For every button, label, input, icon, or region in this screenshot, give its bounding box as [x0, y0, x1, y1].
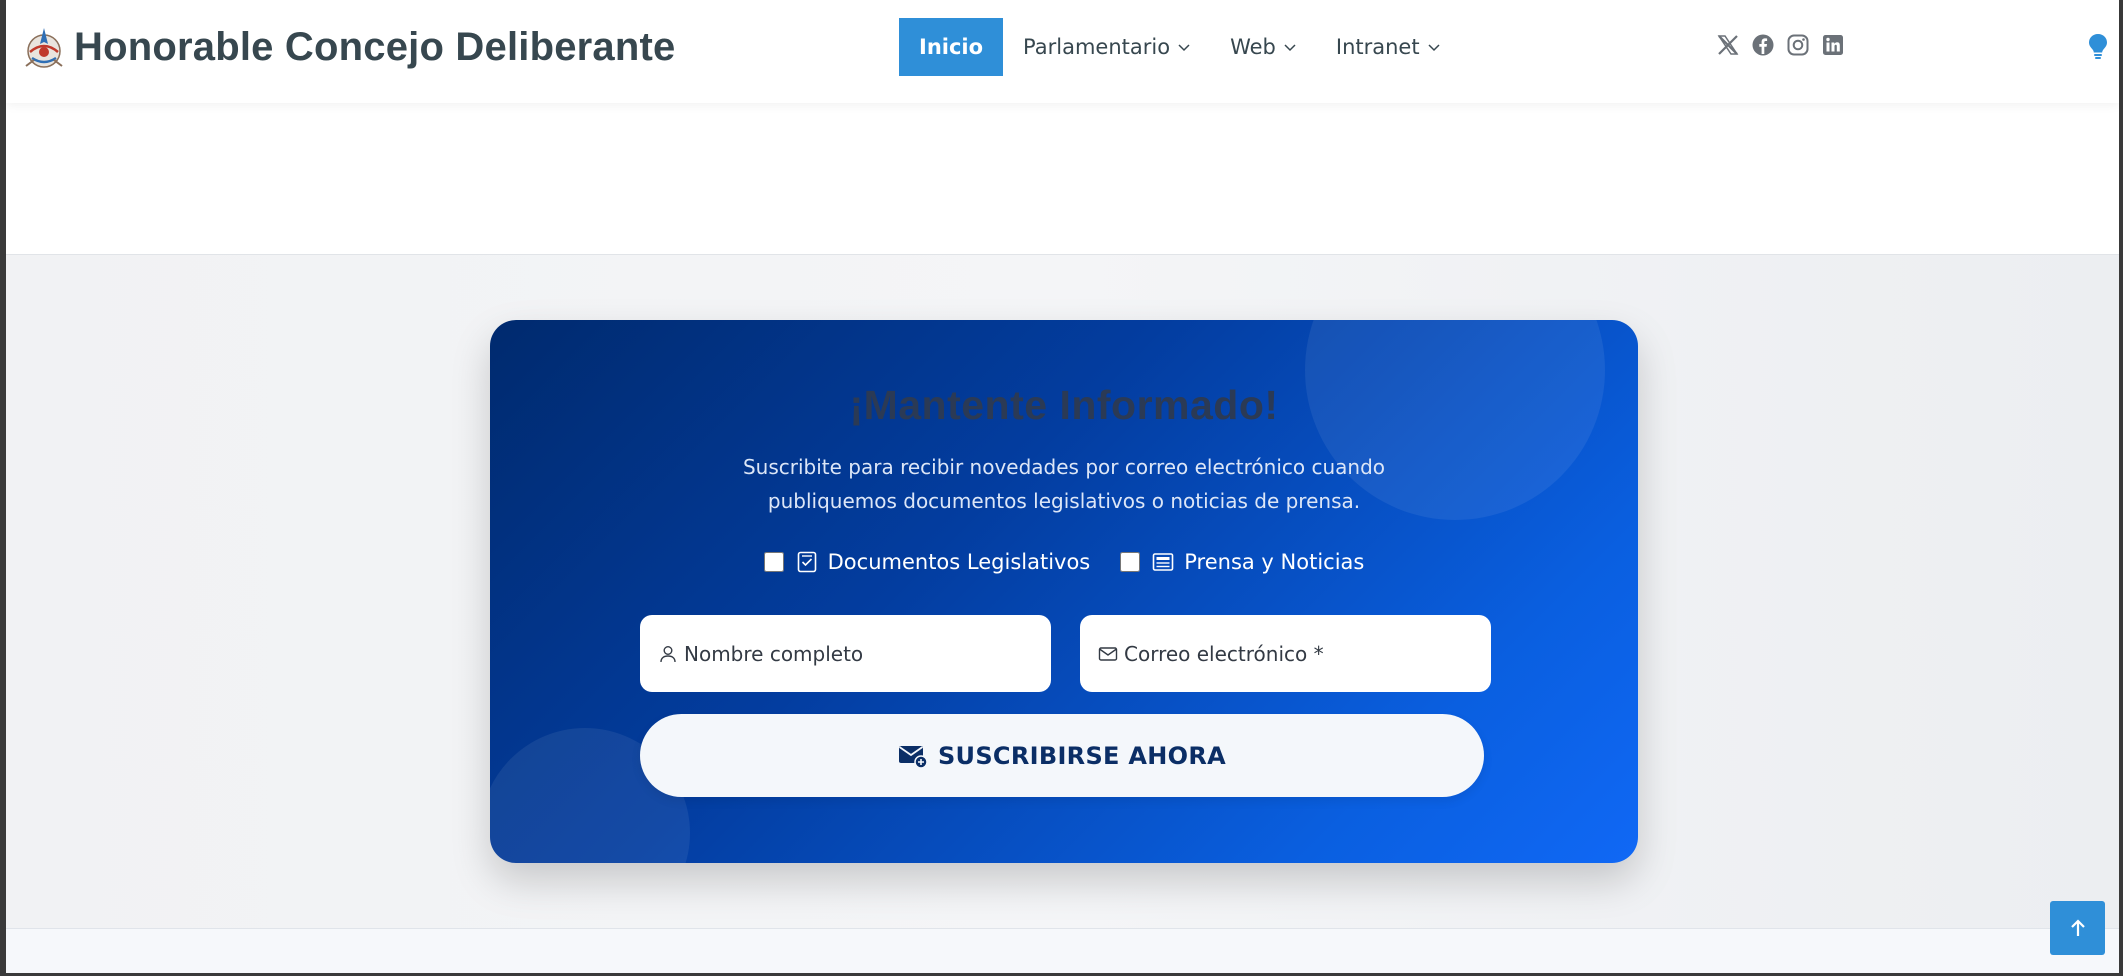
person-icon — [660, 645, 676, 662]
option-prensa-noticias[interactable]: Prensa y Noticias — [1120, 550, 1364, 574]
subscribe-card: ¡Mantente Informado! Suscribite para rec… — [490, 320, 1638, 863]
nav-label: Intranet — [1335, 35, 1420, 59]
nav-label: Web — [1230, 35, 1276, 59]
chevron-down-icon — [1428, 44, 1440, 52]
chevron-down-icon — [1284, 44, 1296, 52]
envelope-plus-icon — [898, 745, 928, 769]
name-field[interactable] — [640, 615, 1051, 692]
footer-strip — [6, 928, 2119, 973]
option-documentos-legislativos[interactable]: Documentos Legislativos — [763, 550, 1091, 574]
name-input[interactable] — [684, 641, 1034, 666]
card-subtitle: Suscribite para recibir novedades por co… — [742, 455, 1386, 513]
nav-item-web[interactable]: Web — [1210, 18, 1316, 76]
brand[interactable]: Honorable Concejo Deliberante — [20, 22, 675, 72]
site-header: Honorable Concejo Deliberante Inicio Par… — [6, 0, 2119, 103]
lightbulb-icon[interactable] — [2087, 33, 2109, 59]
option-label: Prensa y Noticias — [1184, 550, 1365, 574]
municipal-logo-icon — [25, 28, 63, 68]
x-icon[interactable] — [1716, 33, 1740, 57]
option-label: Documentos Legislativos — [827, 550, 1091, 574]
subscribe-label: SUSCRIBIRSE AHORA — [937, 741, 1227, 770]
email-field[interactable] — [1080, 615, 1491, 692]
prensa-checkbox[interactable] — [1120, 552, 1141, 572]
site-title: Honorable Concejo Deliberante — [74, 24, 676, 69]
newspaper-icon — [1152, 553, 1174, 571]
nav-item-inicio[interactable]: Inicio — [899, 18, 1004, 76]
envelope-icon — [1098, 646, 1118, 661]
instagram-icon[interactable] — [1786, 33, 1810, 57]
subscription-options: Documentos Legislativos Prensa y Noticia… — [490, 550, 1638, 574]
card-title: ¡Mantente Informado! — [849, 382, 1279, 428]
arrow-up-icon — [2070, 919, 2085, 936]
facebook-icon[interactable] — [1751, 33, 1775, 57]
email-input[interactable] — [1124, 641, 1474, 666]
nav-item-intranet[interactable]: Intranet — [1316, 18, 1460, 76]
checklist-icon — [797, 551, 816, 573]
scroll-to-top-button[interactable] — [2050, 901, 2105, 955]
nav-label: Inicio — [919, 35, 984, 59]
main-nav: Inicio Parlamentario Web Intranet — [899, 18, 1460, 76]
subscribe-button[interactable]: SUSCRIBIRSE AHORA — [640, 714, 1484, 797]
linkedin-icon[interactable] — [1821, 33, 1845, 57]
nav-label: Parlamentario — [1023, 35, 1171, 59]
chevron-down-icon — [1178, 44, 1190, 52]
social-links — [1716, 33, 1856, 57]
documentos-checkbox[interactable] — [763, 552, 784, 572]
nav-item-parlamentario[interactable]: Parlamentario — [1003, 18, 1210, 76]
